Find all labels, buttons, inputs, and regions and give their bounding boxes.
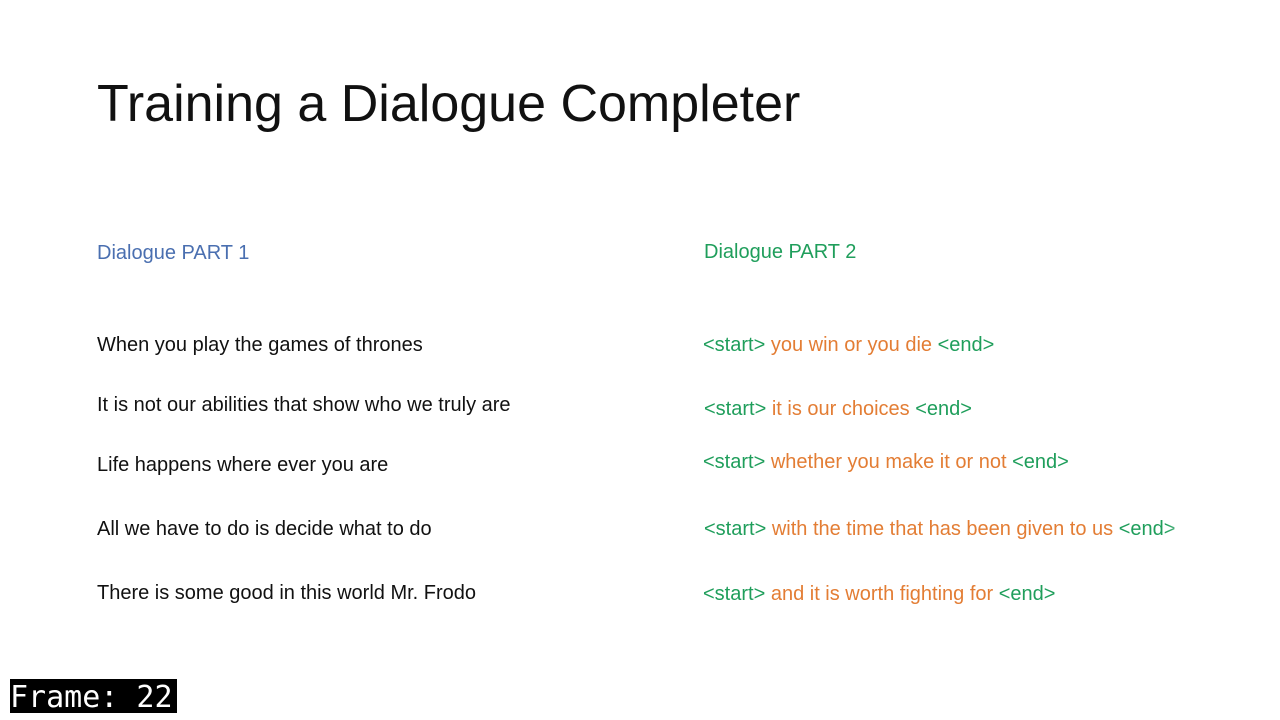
prompt-line: All we have to do is decide what to do [97, 518, 432, 540]
start-token: <start> [703, 334, 766, 356]
start-token: <start> [704, 398, 767, 420]
prompt-line: There is some good in this world Mr. Fro… [97, 582, 477, 604]
reply-line: <start> whether you make it or not <end> [703, 451, 1069, 474]
slide-title: Training a Dialogue Completer [97, 75, 801, 133]
reply-line: <start> you win or you die <end> [703, 334, 994, 357]
frame-counter-badge: Frame: 22 [10, 679, 177, 713]
prompt-line: When you play the games of thrones [97, 334, 423, 356]
end-token: <end> [1012, 451, 1069, 473]
start-token: <start> [703, 451, 766, 473]
prompt-line: Life happens where ever you are [97, 454, 389, 476]
prompt-line: It is not our abilities that show who we… [97, 394, 511, 416]
reply-text: you win or you die [770, 334, 933, 356]
reply-text: with the time that has been given to us [771, 518, 1114, 540]
start-token: <start> [704, 518, 767, 540]
end-token: <end> [915, 398, 972, 420]
reply-text: and it is worth fighting for [770, 583, 994, 605]
reply-line: <start> with the time that has been give… [704, 518, 1206, 546]
reply-line: <start> and it is worth fighting for <en… [703, 583, 1055, 606]
part1-heading: Dialogue PART 1 [97, 242, 250, 264]
edge-fade [1166, 518, 1206, 546]
slide: Training a Dialogue Completer Dialogue P… [0, 0, 1280, 720]
reply-text: whether you make it or not [770, 451, 1007, 473]
start-token: <start> [703, 583, 766, 605]
reply-line: <start> it is our choices <end> [704, 398, 972, 421]
end-token: <end> [937, 334, 995, 356]
part2-heading: Dialogue PART 2 [704, 241, 857, 263]
end-token: <end> [998, 583, 1056, 605]
reply-text: it is our choices [771, 398, 910, 420]
